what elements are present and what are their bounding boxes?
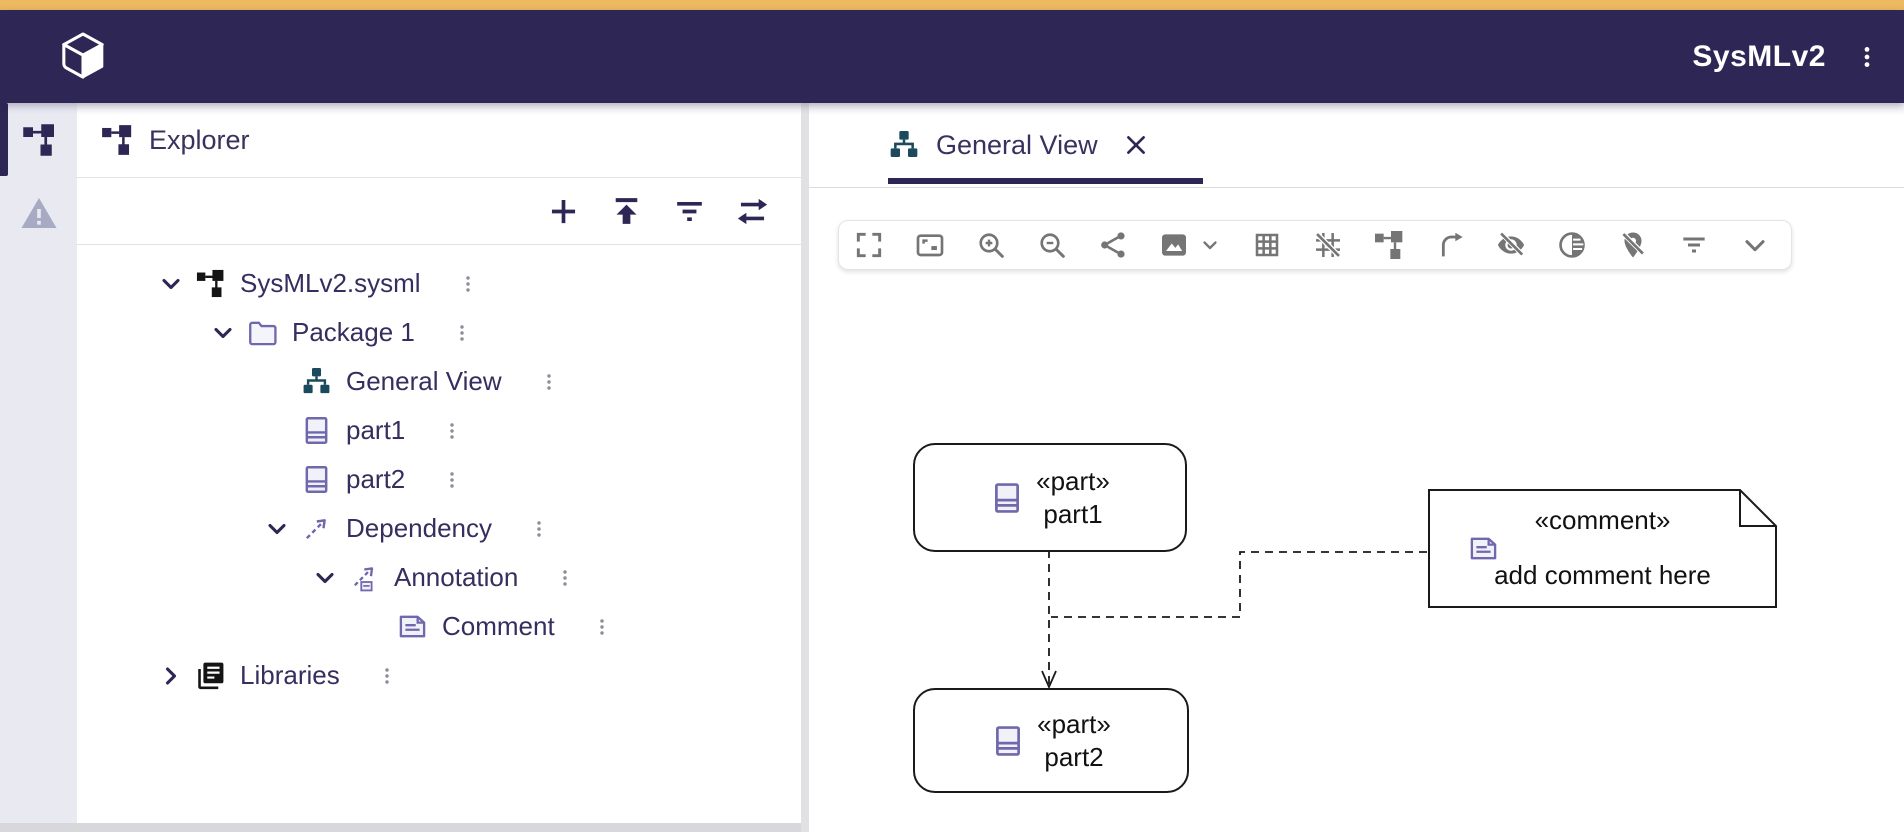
- rail-item-explorer[interactable]: [0, 103, 77, 176]
- tree-item-label: part1: [346, 415, 405, 446]
- tree-item-part1[interactable]: part1: [77, 406, 801, 455]
- chevron-right-icon[interactable]: [157, 662, 185, 690]
- active-indicator: [0, 103, 8, 176]
- cube-logo-icon: [60, 30, 106, 84]
- kebab-menu-icon: [1854, 37, 1880, 77]
- diagram-icon: [888, 129, 920, 161]
- comment-icon: [397, 611, 428, 642]
- header-menu-button[interactable]: [1854, 37, 1880, 77]
- accent-strip: [0, 0, 1904, 10]
- tree-item-sysmlv2-sysml[interactable]: SysMLv2.sysml: [77, 259, 801, 308]
- model-tree: SysMLv2.sysml Package 1 General View: [77, 245, 801, 700]
- diagram-canvas-panel: General View: [809, 103, 1904, 832]
- tree-item-package-1[interactable]: Package 1: [77, 308, 801, 357]
- tree-item-label: General View: [346, 366, 502, 397]
- explorer-toolbar: [77, 178, 801, 245]
- explorer-header: Explorer: [77, 103, 801, 178]
- kebab-menu-icon[interactable]: [538, 367, 560, 397]
- node-stereotype: «comment»: [1428, 505, 1777, 536]
- node-name: part1: [1036, 498, 1110, 531]
- package-folder-icon: [247, 317, 278, 348]
- node-stereotype: «part»: [1037, 708, 1111, 741]
- activity-rail: [0, 103, 77, 832]
- explorer-panel: Explorer SysMLv2.sysm: [77, 103, 801, 832]
- tree-item-label: Comment: [442, 611, 555, 642]
- tree-item-libraries[interactable]: Libraries: [77, 651, 801, 700]
- panel-splitter[interactable]: [801, 103, 809, 832]
- tree-icon: [21, 122, 57, 158]
- kebab-menu-icon[interactable]: [376, 661, 398, 691]
- tree-item-label: SysMLv2.sysml: [240, 268, 421, 299]
- kebab-menu-icon[interactable]: [457, 269, 479, 299]
- app-header: SysMLv2: [0, 10, 1904, 103]
- horizontal-scrollbar[interactable]: [0, 823, 801, 832]
- part-icon: [990, 481, 1024, 515]
- app-title: SysMLv2: [1692, 40, 1826, 74]
- upload-icon[interactable]: [608, 193, 645, 230]
- part-icon: [301, 464, 332, 495]
- swap-arrows-icon[interactable]: [734, 193, 771, 230]
- close-icon[interactable]: [1122, 131, 1150, 159]
- warning-icon: [19, 193, 59, 233]
- tree-item-general-view[interactable]: General View: [77, 357, 801, 406]
- filter-icon[interactable]: [671, 193, 708, 230]
- part-icon: [991, 724, 1025, 758]
- explorer-title: Explorer: [149, 125, 250, 156]
- tree-item-label: part2: [346, 464, 405, 495]
- chevron-down-icon[interactable]: [263, 515, 291, 543]
- kebab-menu-icon[interactable]: [451, 318, 473, 348]
- tree-item-annotation[interactable]: Annotation: [77, 553, 801, 602]
- annotation-icon: [349, 562, 380, 593]
- tree-item-part2[interactable]: part2: [77, 455, 801, 504]
- diagram-node-comment[interactable]: «comment» add comment here: [1428, 489, 1777, 608]
- tree-item-label: Libraries: [240, 660, 340, 691]
- tab-label: General View: [936, 130, 1098, 161]
- tree-item-dependency[interactable]: Dependency: [77, 504, 801, 553]
- kebab-menu-icon[interactable]: [554, 563, 576, 593]
- tree-icon: [100, 123, 134, 157]
- annotation-edge: [1051, 552, 1427, 617]
- sysml-file-icon: [195, 268, 226, 299]
- rail-item-problems[interactable]: [0, 176, 77, 249]
- tree-item-label: Package 1: [292, 317, 415, 348]
- kebab-menu-icon[interactable]: [528, 514, 550, 544]
- diagram-sheet[interactable]: «part» part1 «part» part2 «comment»: [809, 188, 1904, 832]
- tree-item-comment[interactable]: Comment: [77, 602, 801, 651]
- kebab-menu-icon[interactable]: [441, 416, 463, 446]
- chevron-down-icon[interactable]: [311, 564, 339, 592]
- chevron-down-icon[interactable]: [157, 270, 185, 298]
- comment-body-text: add comment here: [1428, 560, 1777, 591]
- part-icon: [301, 415, 332, 446]
- libraries-icon: [195, 660, 226, 691]
- active-tab-underline: [888, 178, 1203, 184]
- diagram-node-part2[interactable]: «part» part2: [913, 688, 1189, 793]
- chevron-down-icon[interactable]: [209, 319, 237, 347]
- dependency-icon: [301, 513, 332, 544]
- tree-item-label: Dependency: [346, 513, 492, 544]
- tree-item-label: Annotation: [394, 562, 518, 593]
- tab-bar: General View: [809, 103, 1904, 188]
- diagram-icon: [301, 366, 332, 397]
- kebab-menu-icon[interactable]: [441, 465, 463, 495]
- diagram-node-part1[interactable]: «part» part1: [913, 443, 1187, 552]
- plus-icon[interactable]: [545, 193, 582, 230]
- node-stereotype: «part»: [1036, 465, 1110, 498]
- dependency-arrowhead: [1042, 671, 1056, 687]
- node-name: part2: [1037, 741, 1111, 774]
- kebab-menu-icon[interactable]: [591, 612, 613, 642]
- tab-general-view[interactable]: General View: [888, 103, 1150, 187]
